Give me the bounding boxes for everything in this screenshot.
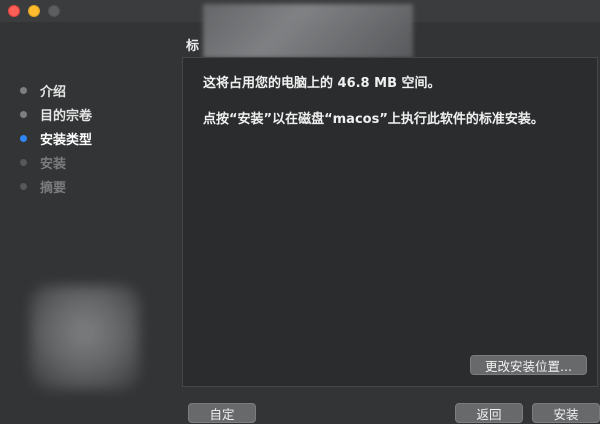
- zoom-window-button[interactable]: [48, 5, 60, 17]
- customize-button[interactable]: 自定: [188, 403, 256, 423]
- step-installation: 安装: [18, 150, 92, 174]
- step-label: 摘要: [40, 180, 67, 196]
- back-button[interactable]: 返回: [455, 403, 523, 423]
- step-summary: 摘要: [18, 174, 92, 198]
- step-destination: 目的宗卷: [18, 102, 92, 126]
- step-installation-type: 安装类型: [18, 126, 92, 150]
- installer-logo-icon: [30, 285, 140, 390]
- minimize-window-button[interactable]: [28, 5, 40, 17]
- step-dot-icon: [20, 86, 27, 94]
- install-instruction-text: 点按“安装”以在磁盘“macos”上执行此软件的标准安装。: [203, 112, 544, 127]
- blurred-title-area: [203, 4, 413, 58]
- step-label: 目的宗卷: [40, 108, 93, 124]
- installer-steps-sidebar: 介绍 目的宗卷 安装类型 安装 摘要: [18, 78, 92, 198]
- disk-space-text: 这将占用您的电脑上的 46.8 MB 空间。: [203, 76, 441, 91]
- step-dot-icon: [20, 158, 27, 166]
- step-label: 介绍: [40, 84, 67, 100]
- step-introduction: 介绍: [18, 78, 92, 102]
- step-dot-icon: [20, 182, 27, 190]
- install-button[interactable]: 安装: [532, 403, 600, 423]
- section-title: 标: [186, 39, 200, 54]
- step-dot-active-icon: [20, 134, 27, 142]
- step-dot-icon: [20, 110, 27, 118]
- step-label: 安装类型: [40, 132, 93, 148]
- change-install-location-button[interactable]: 更改安装位置...: [470, 355, 587, 375]
- close-window-button[interactable]: [8, 5, 20, 17]
- step-label: 安装: [40, 156, 67, 172]
- content-panel: 这将占用您的电脑上的 46.8 MB 空间。 点按“安装”以在磁盘“macos”…: [182, 57, 598, 387]
